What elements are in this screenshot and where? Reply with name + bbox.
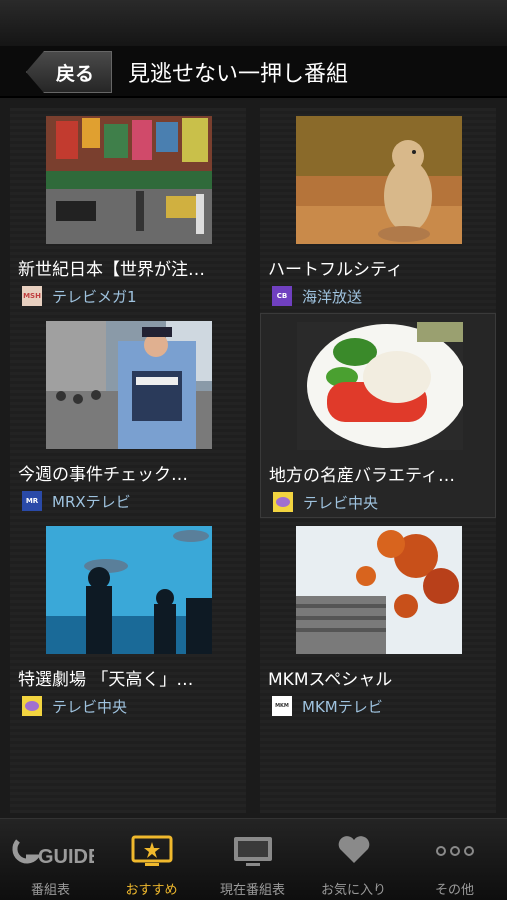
tab-bar: GUIDE 番組表 おすすめ 現在番組表	[0, 818, 507, 900]
status-bar	[0, 0, 507, 46]
program-title: 新世紀日本【世界が注…	[18, 260, 205, 280]
program-thumbnail	[46, 116, 212, 244]
tab-label: 番組表	[30, 883, 70, 898]
program-card[interactable]: 地方の名産バラエティ… テレビ中央	[260, 313, 496, 518]
monitor-icon	[232, 835, 274, 871]
program-card[interactable]: 特選劇場 「天高く」… テレビ中央	[10, 518, 246, 723]
program-thumbnail	[46, 526, 212, 654]
tab-label: おすすめ	[125, 883, 178, 898]
tab-label: 現在番組表	[219, 883, 285, 898]
header: 戻る 見逃せない一押し番組	[0, 46, 507, 98]
channel-name: テレビ中央	[52, 698, 128, 716]
program-title: 今週の事件チェック…	[18, 465, 188, 485]
back-button-label: 戻る	[55, 62, 94, 85]
star-tv-icon	[131, 835, 173, 871]
heart-icon	[337, 835, 371, 869]
channel-logo-mark	[25, 701, 39, 711]
channel-logo	[273, 492, 293, 512]
channel-name: MRXテレビ	[52, 493, 131, 511]
program-thumbnail	[297, 322, 463, 450]
program-thumbnail	[296, 116, 462, 244]
program-thumbnail	[296, 526, 462, 654]
channel-logo: MR	[22, 491, 42, 511]
column-left: 新世紀日本【世界が注… MSH テレビメガ1 今週の事件チェック… MR MRX…	[10, 108, 246, 813]
gguide-logo-text: GUIDE	[38, 846, 94, 868]
channel-logo: CB	[272, 286, 292, 306]
program-list: 新世紀日本【世界が注… MSH テレビメガ1 今週の事件チェック… MR MRX…	[0, 98, 507, 818]
tab-label: その他	[434, 883, 474, 898]
gguide-logo-icon: GUIDE	[8, 837, 101, 873]
channel-name: テレビ中央	[303, 494, 379, 512]
program-card[interactable]: 新世紀日本【世界が注… MSH テレビメガ1	[10, 108, 246, 313]
channel-logo	[22, 696, 42, 716]
program-card[interactable]: ハートフルシティ CB 海洋放送	[260, 108, 496, 313]
tab-now-on-air[interactable]: 現在番組表	[202, 819, 303, 900]
channel-logo: MSH	[22, 286, 42, 306]
program-card[interactable]: MKMスペシャル MKM MKMテレビ	[260, 518, 496, 723]
program-title: 特選劇場 「天高く」…	[18, 670, 194, 690]
program-title: 地方の名産バラエティ…	[269, 466, 455, 486]
tab-program-guide[interactable]: GUIDE 番組表	[0, 819, 101, 900]
program-title: ハートフルシティ	[268, 260, 403, 280]
channel-logo-mark	[276, 497, 290, 507]
tab-favorites[interactable]: お気に入り	[303, 819, 404, 900]
program-thumbnail	[46, 321, 212, 449]
tab-label: お気に入り	[320, 883, 386, 898]
channel-name: テレビメガ1	[52, 288, 137, 306]
tab-recommended[interactable]: おすすめ	[101, 819, 202, 900]
channel-logo: MKM	[272, 696, 292, 716]
program-title: MKMスペシャル	[268, 670, 393, 690]
tab-more[interactable]: その他	[404, 819, 505, 900]
page-title: 見逃せない一押し番組	[128, 62, 349, 87]
more-dots-icon	[435, 843, 475, 862]
program-card[interactable]: 今週の事件チェック… MR MRXテレビ	[10, 313, 246, 518]
channel-name: 海洋放送	[302, 288, 363, 306]
column-right: ハートフルシティ CB 海洋放送 地方の名産バラエティ… テレビ中央 MKMスペ…	[260, 108, 496, 813]
back-button[interactable]: 戻る	[26, 51, 112, 93]
channel-name: MKMテレビ	[302, 698, 383, 716]
